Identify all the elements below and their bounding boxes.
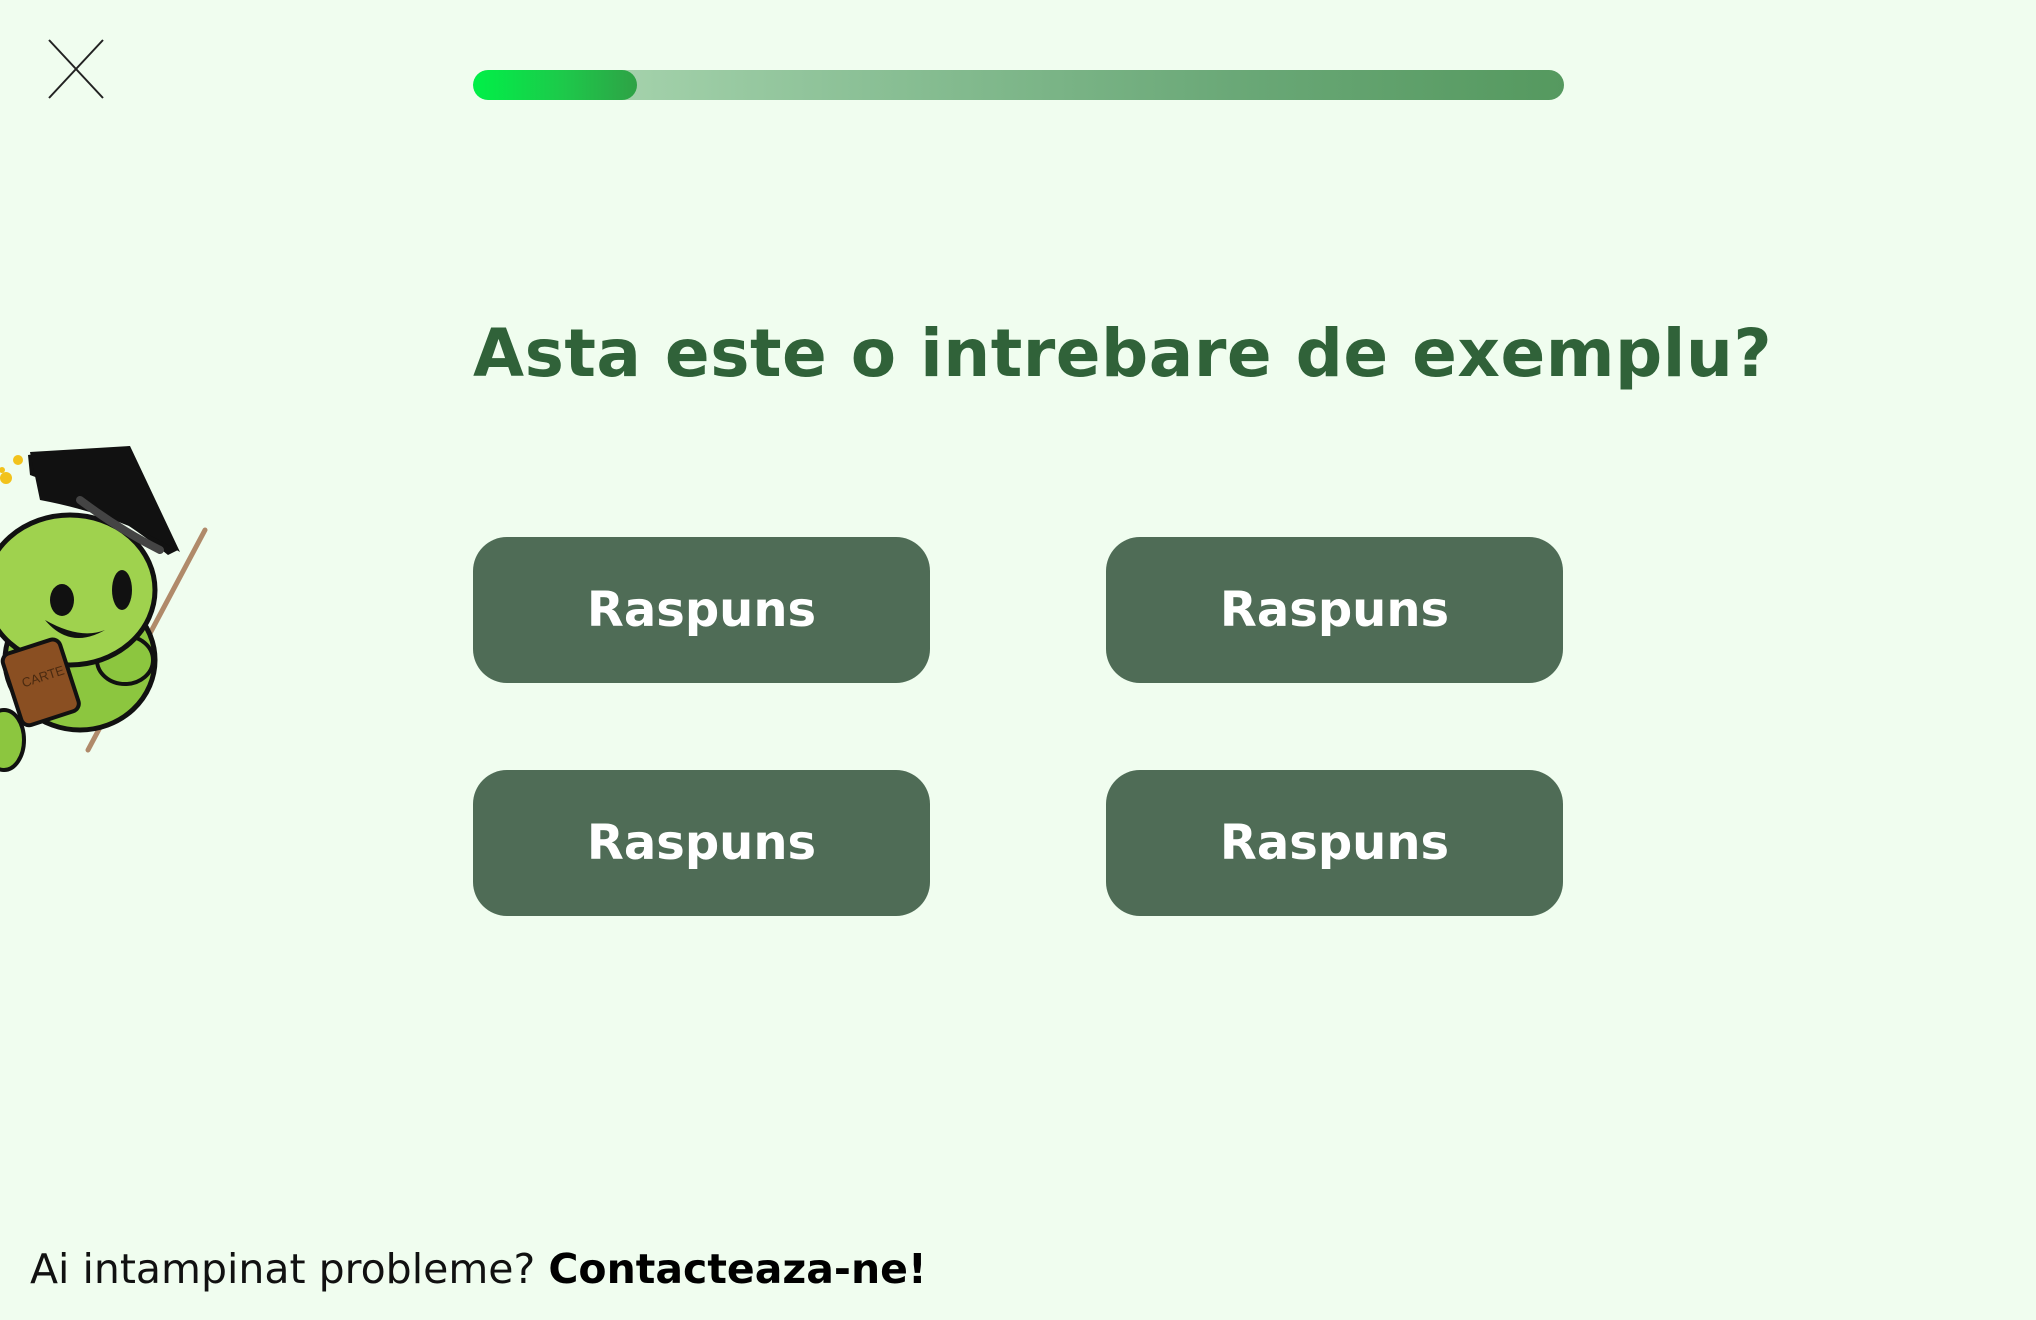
close-icon bbox=[48, 39, 104, 99]
footer-prompt: Ai intampinat probleme? bbox=[30, 1245, 536, 1293]
answer-button-3[interactable]: Raspuns bbox=[473, 770, 930, 916]
contact-link[interactable]: Contacteaza-ne! bbox=[548, 1245, 926, 1293]
answer-button-4[interactable]: Raspuns bbox=[1106, 770, 1563, 916]
answer-button-1[interactable]: Raspuns bbox=[473, 537, 930, 683]
progress-fill bbox=[473, 70, 637, 100]
progress-bar bbox=[473, 70, 1564, 100]
graduate-mascot: CARTE bbox=[0, 440, 210, 780]
close-button[interactable] bbox=[45, 36, 107, 102]
footer: Ai intampinat probleme? Contacteaza-ne! bbox=[30, 1245, 927, 1293]
answer-button-2[interactable]: Raspuns bbox=[1106, 537, 1563, 683]
question-text: Asta este o intrebare de exemplu? bbox=[473, 315, 1773, 392]
graduate-mascot-icon: CARTE bbox=[0, 446, 208, 772]
